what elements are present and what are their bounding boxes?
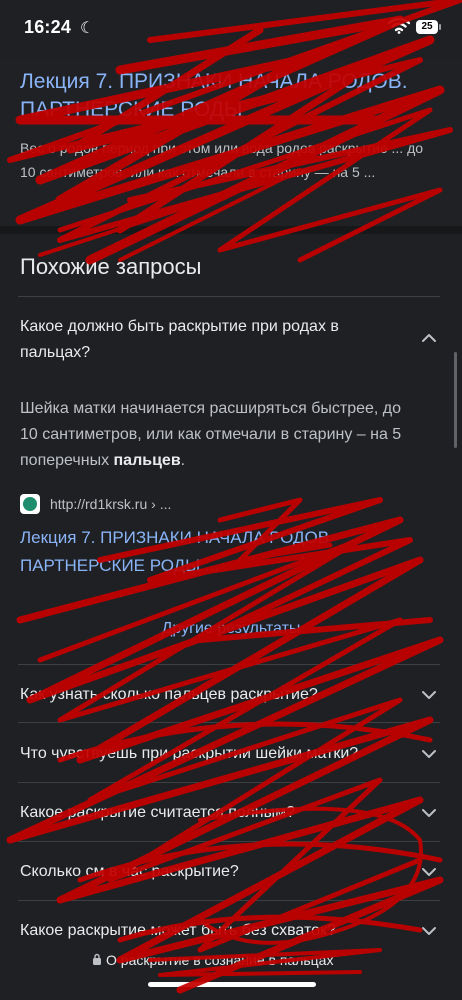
scrollbar[interactable] bbox=[454, 352, 457, 448]
wifi-icon bbox=[388, 18, 410, 34]
related-questions-heading: Похожие запросы bbox=[20, 254, 202, 279]
battery-tip bbox=[439, 24, 441, 30]
related-question[interactable]: Сколько см в час раскрытие? bbox=[20, 859, 400, 885]
divider bbox=[18, 722, 440, 723]
answer-text: Шейка матки начинается расширяться быстр… bbox=[20, 400, 402, 469]
related-question[interactable]: Какое раскрытие может быть без схваток? bbox=[20, 918, 400, 944]
result-title-link[interactable]: Лекция 7. ПРИЗНАКИ НАЧАЛА РОДОВ. ПАРТНЕР… bbox=[20, 68, 440, 124]
related-question[interactable]: Что чувствуешь при раскрытии шейки матки… bbox=[20, 741, 400, 767]
divider bbox=[18, 841, 440, 842]
related-question[interactable]: Как узнать сколько пальцев раскрытие? bbox=[20, 682, 400, 708]
search-result-card: Лекция 7. ПРИЗНАКИ НАЧАЛА РОДОВ. ПАРТНЕР… bbox=[0, 58, 462, 226]
status-time: 16:24 bbox=[24, 17, 72, 37]
chevron-up-icon[interactable] bbox=[420, 329, 438, 347]
related-question[interactable]: Какое раскрытие считается полным? bbox=[20, 800, 400, 826]
chevron-down-icon[interactable] bbox=[420, 804, 438, 822]
battery-indicator: 25 bbox=[416, 20, 438, 34]
related-question-expanded[interactable]: Какое должно быть раскрытие при родах в … bbox=[20, 314, 400, 366]
screen: 16:24 ☾ 25 Лекция 7. ПРИЗНАКИ НАЧАЛА РОД… bbox=[0, 0, 462, 1000]
chevron-down-icon[interactable] bbox=[420, 863, 438, 881]
source-url[interactable]: http://rd1krsk.ru › ... bbox=[50, 496, 171, 512]
answer-snippet: Шейка матки начинается расширяться быстр… bbox=[20, 396, 420, 474]
divider bbox=[18, 900, 440, 901]
divider bbox=[18, 296, 440, 297]
section-separator bbox=[0, 226, 462, 234]
answer-highlight: пальцев bbox=[113, 452, 181, 469]
status-bar: 16:24 ☾ 25 bbox=[0, 0, 462, 58]
result-snippet: Вес о родов период при этом или вода род… bbox=[20, 140, 424, 180]
chevron-down-icon[interactable] bbox=[420, 686, 438, 704]
site-favicon-icon bbox=[20, 494, 40, 514]
chevron-down-icon[interactable] bbox=[420, 922, 438, 940]
moon-icon: ☾ bbox=[80, 20, 95, 37]
divider bbox=[18, 782, 440, 783]
answer-source[interactable]: http://rd1krsk.ru › ... bbox=[20, 494, 171, 514]
address-bar[interactable]: О раскрытие в сознание в пальцах bbox=[0, 944, 462, 1000]
other-results-link[interactable]: Другие результаты bbox=[0, 620, 462, 638]
divider bbox=[18, 664, 440, 665]
address-text[interactable]: О раскрытие в сознание в пальцах bbox=[106, 952, 333, 968]
chevron-down-icon[interactable] bbox=[420, 745, 438, 763]
answer-end: . bbox=[180, 452, 186, 469]
source-title-link[interactable]: Лекция 7. ПРИЗНАКИ НАЧАЛА РОДОВ ПАРТНЕРС… bbox=[20, 524, 420, 580]
home-indicator[interactable] bbox=[148, 982, 316, 987]
lock-icon bbox=[93, 953, 101, 965]
